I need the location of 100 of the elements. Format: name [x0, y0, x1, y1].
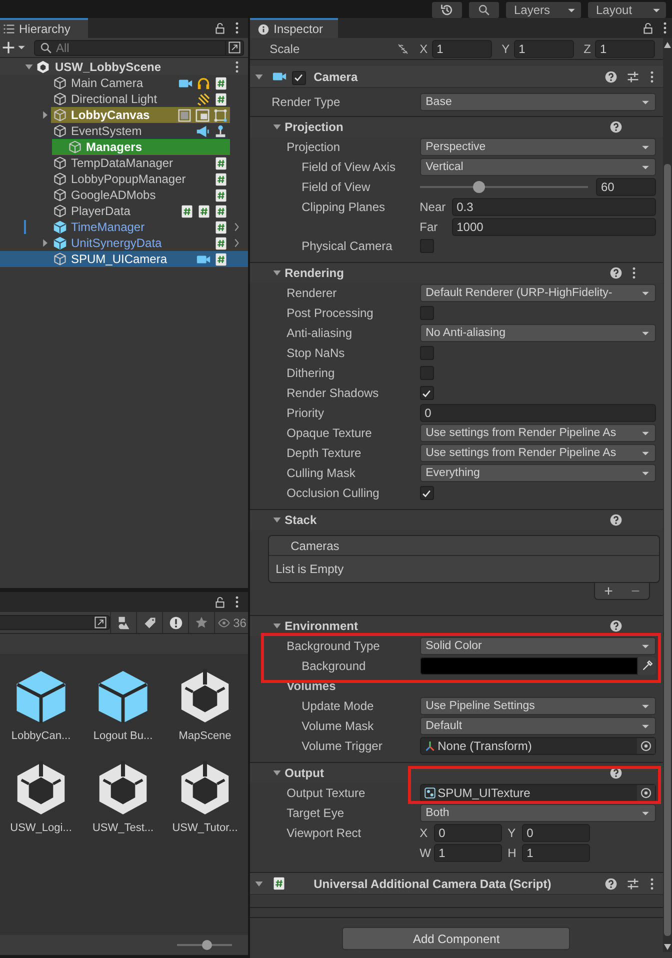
slider-thumb[interactable] [202, 940, 212, 950]
number-field[interactable]: 0 [522, 824, 590, 842]
shapes-icon [116, 616, 130, 630]
number-field[interactable]: 1000 [452, 218, 656, 236]
inspector-tab[interactable]: Inspector [250, 18, 338, 38]
number-field[interactable]: 60 [596, 178, 656, 196]
number-field[interactable]: 0.3 [452, 198, 656, 216]
more-menu-icon [662, 21, 668, 35]
history-button[interactable] [432, 2, 462, 18]
dropdown[interactable]: Layout [588, 2, 666, 18]
field-prefix: W [420, 846, 432, 860]
info-icon [258, 24, 269, 34]
checkbox[interactable] [292, 70, 306, 84]
object-field[interactable]: SPUM_UITexture [420, 784, 656, 802]
hierarchy-item[interactable]: PlayerData [0, 203, 248, 219]
dropdown[interactable]: Vertical [420, 158, 656, 176]
scroll-up-icon [664, 42, 671, 48]
hierarchy-item[interactable]: EventSystem [0, 123, 248, 139]
script-icon [214, 188, 228, 202]
cube-icon [53, 252, 67, 266]
list-header: Cameras [268, 536, 659, 556]
number-field[interactable]: 1 [522, 844, 590, 862]
dropdown[interactable]: Default Renderer (URP-HighFidelity- [420, 284, 656, 302]
search-button[interactable] [469, 2, 499, 18]
dropdown[interactable]: Everything [420, 464, 656, 482]
help-icon [609, 766, 623, 780]
asset-name: USW_Logi... [10, 822, 72, 834]
dropdown[interactable]: No Anti-aliasing [420, 324, 656, 342]
foldout-arrow-icon [272, 768, 282, 778]
number-field[interactable]: 0 [434, 824, 502, 842]
script-icon [214, 220, 228, 234]
dropdown[interactable]: Default [420, 717, 656, 735]
checkbox[interactable] [420, 239, 434, 253]
add-component-button[interactable]: Add Component [342, 927, 570, 950]
script-icon [214, 92, 228, 106]
scrollbar[interactable] [663, 38, 672, 952]
slider-thumb[interactable] [472, 181, 485, 193]
object-field[interactable]: None (Transform) [420, 737, 656, 755]
foldout-arrow-icon [272, 268, 282, 278]
component-title: Camera [314, 70, 358, 84]
help-icon [609, 266, 623, 280]
warning-icon [168, 616, 182, 630]
history-icon [440, 3, 454, 17]
eyedropper-button[interactable] [638, 657, 656, 675]
hierarchy-item[interactable]: LobbyPopupManager [0, 171, 248, 187]
section-foldout[interactable]: Environment [272, 619, 358, 633]
hierarchy-item[interactable]: TempDataManager [0, 155, 248, 171]
light-icon [196, 92, 211, 106]
plus-icon [2, 41, 15, 54]
dropdown[interactable]: Layers [506, 2, 581, 18]
field-label: Renderer [286, 285, 338, 300]
scrollbar-thumb[interactable] [664, 164, 671, 936]
number-field[interactable]: 1 [432, 40, 492, 58]
checkbox[interactable] [420, 486, 434, 500]
number-field[interactable]: 1 [514, 40, 574, 58]
dropdown[interactable]: Both [420, 804, 656, 822]
list-button[interactable]: + [604, 582, 613, 600]
hierarchy-item[interactable]: UnitSynergyData [0, 235, 248, 251]
help-icon [604, 876, 618, 890]
object-picker-button[interactable] [637, 738, 655, 754]
scene-row[interactable]: USW_LobbyScene [0, 58, 248, 75]
script-icon [214, 76, 228, 90]
hierarchy-item[interactable]: SPUM_UICamera [0, 251, 248, 267]
target-icon [640, 740, 652, 752]
cube-icon [53, 156, 67, 170]
dropdown[interactable]: Use Pipeline Settings [420, 697, 656, 715]
script-icon [196, 204, 211, 218]
hierarchy-item[interactable]: Directional Light [0, 91, 248, 107]
eye-icon [216, 616, 232, 628]
section-foldout[interactable]: Projection [272, 120, 344, 134]
object-picker-button[interactable] [637, 785, 655, 801]
checkbox[interactable] [420, 386, 434, 400]
foldout-arrow-icon [24, 62, 34, 72]
color-field[interactable] [420, 657, 638, 675]
section-foldout[interactable]: Rendering [272, 266, 344, 280]
dropdown[interactable]: Solid Color [420, 637, 656, 655]
section-foldout[interactable]: Output [272, 766, 324, 780]
search-field[interactable]: All [34, 40, 244, 56]
number-field[interactable]: 1 [595, 40, 655, 58]
dropdown[interactable]: Use settings from Render Pipeline As [420, 424, 656, 442]
dropdown[interactable]: Perspective [420, 138, 656, 156]
search-field[interactable] [0, 615, 110, 630]
help-icon [609, 120, 623, 134]
hierarchy-item[interactable]: GoogleADMobs [0, 187, 248, 203]
hierarchy-tab[interactable]: Hierarchy [0, 18, 88, 38]
hierarchy-item[interactable]: Main Camera [0, 75, 248, 91]
hierarchy-item[interactable]: LobbyCanvas [0, 107, 248, 123]
field-label: Background [302, 658, 367, 673]
dropdown[interactable]: Use settings from Render Pipeline As [420, 444, 656, 462]
field-label: Scale [270, 42, 301, 56]
checkbox[interactable] [420, 366, 434, 380]
checkbox[interactable] [420, 346, 434, 360]
number-field[interactable]: 1 [434, 844, 502, 862]
checkbox[interactable] [420, 306, 434, 320]
hierarchy-item[interactable]: Managers [0, 139, 248, 155]
hierarchy-item[interactable]: TimeManager [0, 219, 248, 235]
section-foldout[interactable]: Stack [272, 513, 317, 527]
hidden-count-toggle[interactable]: 36 [214, 612, 248, 633]
number-field[interactable]: 0 [420, 404, 656, 422]
dropdown[interactable]: Base [420, 93, 656, 111]
